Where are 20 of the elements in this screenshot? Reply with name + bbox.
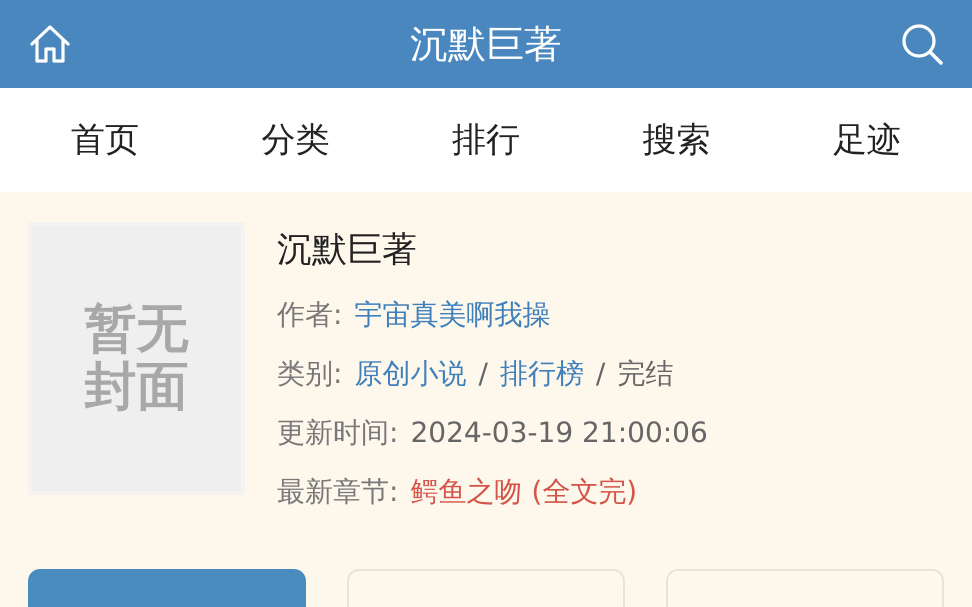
nav-link[interactable]: 首页: [71, 117, 140, 163]
separator: /: [596, 357, 606, 390]
chapter-link[interactable]: 鳄鱼之吻 (全文完): [410, 472, 638, 510]
nav-link[interactable]: 分类: [262, 117, 330, 163]
info-value: 2024-03-19 21:00:06: [410, 416, 708, 449]
cover-text: 暂无封面: [84, 301, 188, 416]
info-label: 类别:: [277, 356, 342, 392]
info-label: 作者:: [277, 296, 342, 332]
info-link[interactable]: 排行榜: [500, 354, 584, 392]
nav-link[interactable]: 搜索: [642, 117, 710, 163]
page-title: 沉默巨著: [410, 20, 562, 68]
info-label: 更新时间:: [277, 414, 398, 450]
info-value: 完结: [617, 356, 674, 392]
separator: /: [478, 357, 488, 390]
info-label: 最新章节:: [277, 474, 398, 510]
nav-link[interactable]: 足迹: [832, 117, 901, 163]
nav-link[interactable]: 排行: [452, 117, 520, 163]
info-link[interactable]: 宇宙真美啊我操: [354, 296, 550, 334]
book-title: 沉默巨著: [277, 229, 418, 272]
info-link[interactable]: 原创小说: [354, 354, 466, 392]
